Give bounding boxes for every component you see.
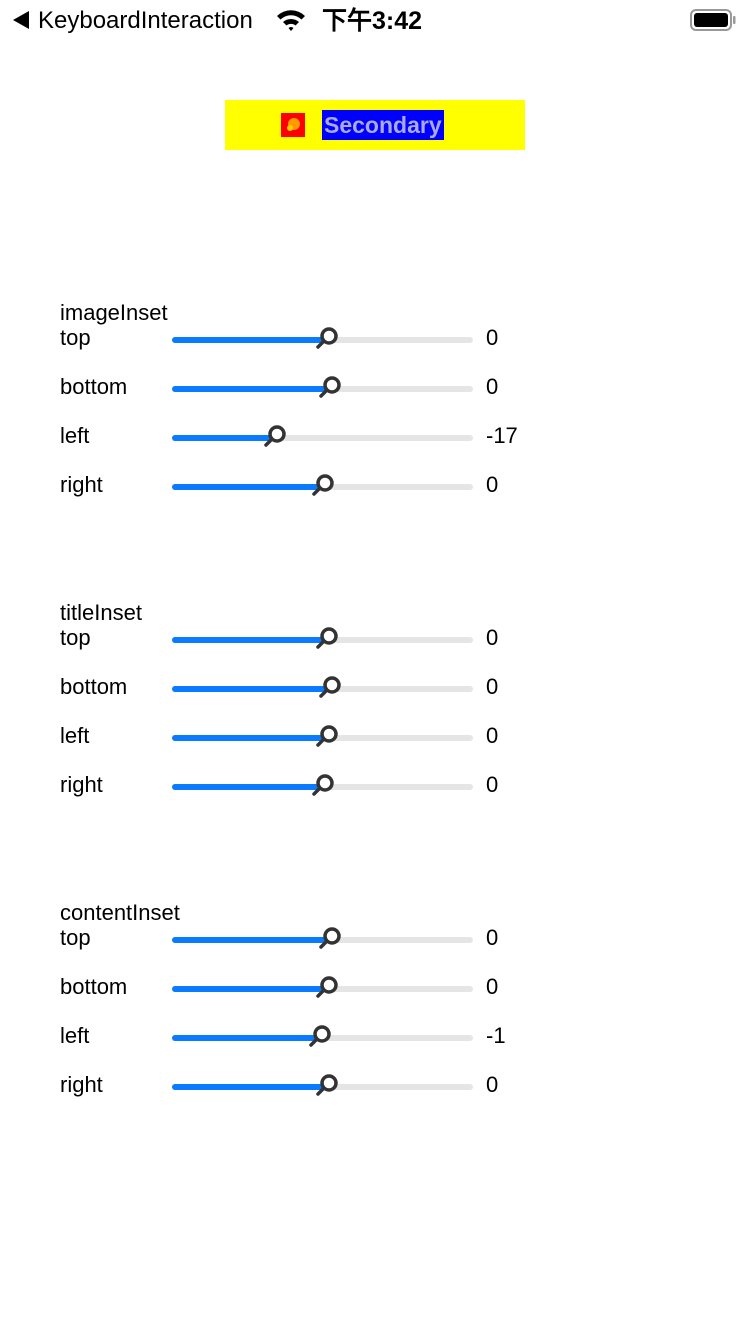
back-arrow-icon[interactable]: [13, 11, 29, 29]
status-bar: KeyboardInteraction 下午3:42: [0, 0, 750, 40]
slider-thumb-icon[interactable]: [310, 773, 336, 799]
slider-value: 0: [486, 374, 499, 399]
slider-thumb-icon[interactable]: [317, 926, 343, 952]
wifi-icon: [277, 10, 305, 31]
slider-fill: [172, 484, 319, 490]
slider-thumb-icon[interactable]: [262, 424, 288, 450]
inset-slider[interactable]: [172, 976, 473, 998]
slider-thumb-icon[interactable]: [314, 724, 340, 750]
slider-thumb-icon[interactable]: [314, 326, 340, 352]
button-image-icon: [281, 113, 305, 137]
slider-value: 0: [486, 625, 499, 650]
slider-value: 0: [486, 925, 499, 950]
slider-fill: [172, 1084, 323, 1090]
slider-label: bottom: [60, 674, 128, 699]
inset-slider[interactable]: [172, 725, 473, 747]
inset-slider[interactable]: [172, 774, 473, 796]
slider-fill: [172, 986, 323, 992]
inset-slider[interactable]: [172, 376, 473, 398]
slider-row-right: right 0: [0, 1071, 750, 1101]
slider-label: right: [60, 772, 103, 797]
slider-label: left: [60, 723, 90, 748]
slider-fill: [172, 1035, 316, 1041]
slider-fill: [172, 686, 326, 692]
slider-row-left: left -1: [0, 1022, 750, 1052]
slider-label: top: [60, 925, 91, 950]
slider-fill: [172, 937, 326, 943]
slider-row-bottom: bottom 0: [0, 973, 750, 1003]
slider-row-right: right 0: [0, 471, 750, 501]
inset-slider[interactable]: [172, 676, 473, 698]
slider-thumb-icon[interactable]: [307, 1024, 333, 1050]
slider-label: top: [60, 325, 91, 350]
slider-value: 0: [486, 974, 499, 999]
inset-slider[interactable]: [172, 1025, 473, 1047]
group-title: contentInset: [60, 900, 180, 925]
slider-label: left: [60, 1023, 90, 1048]
slider-thumb-icon[interactable]: [314, 975, 340, 1001]
slider-value: -1: [486, 1023, 506, 1048]
slider-fill: [172, 386, 326, 392]
secondary-demo-button[interactable]: Secondary: [225, 100, 525, 150]
slider-fill: [172, 637, 323, 643]
inset-slider[interactable]: [172, 474, 473, 496]
slider-value: 0: [486, 325, 499, 350]
slider-thumb-icon[interactable]: [314, 1073, 340, 1099]
slider-value: -17: [486, 423, 518, 448]
slider-label: top: [60, 625, 91, 650]
slider-thumb-icon[interactable]: [310, 473, 336, 499]
slider-row-bottom: bottom 0: [0, 673, 750, 703]
button-title: Secondary: [322, 110, 444, 140]
slider-value: 0: [486, 723, 499, 748]
inset-slider[interactable]: [172, 327, 473, 349]
group-title: imageInset: [60, 300, 168, 325]
slider-row-left: left -17: [0, 422, 750, 452]
slider-fill: [172, 735, 323, 741]
slider-fill: [172, 337, 323, 343]
slider-value: 0: [486, 674, 499, 699]
slider-fill: [172, 784, 319, 790]
inset-slider[interactable]: [172, 927, 473, 949]
slider-row-top: top 0: [0, 624, 750, 654]
inset-slider[interactable]: [172, 627, 473, 649]
slider-row-right: right 0: [0, 771, 750, 801]
slider-value: 0: [486, 472, 499, 497]
slider-value: 0: [486, 772, 499, 797]
inset-slider[interactable]: [172, 1074, 473, 1096]
slider-label: right: [60, 472, 103, 497]
slider-thumb-icon[interactable]: [317, 375, 343, 401]
slider-row-left: left 0: [0, 722, 750, 752]
slider-fill: [172, 435, 271, 441]
status-time: 下午3:42: [322, 7, 423, 35]
slider-value: 0: [486, 1072, 499, 1097]
slider-label: left: [60, 423, 90, 448]
slider-label: right: [60, 1072, 103, 1097]
inset-slider[interactable]: [172, 425, 473, 447]
group-title: titleInset: [60, 600, 142, 625]
slider-thumb-icon[interactable]: [317, 675, 343, 701]
back-to-app-link[interactable]: KeyboardInteraction: [38, 6, 253, 36]
slider-row-top: top 0: [0, 324, 750, 354]
slider-label: bottom: [60, 374, 128, 399]
slider-label: bottom: [60, 974, 128, 999]
slider-row-top: top 0: [0, 924, 750, 954]
slider-row-bottom: bottom 0: [0, 373, 750, 403]
battery-icon: [690, 9, 736, 31]
slider-thumb-icon[interactable]: [314, 626, 340, 652]
